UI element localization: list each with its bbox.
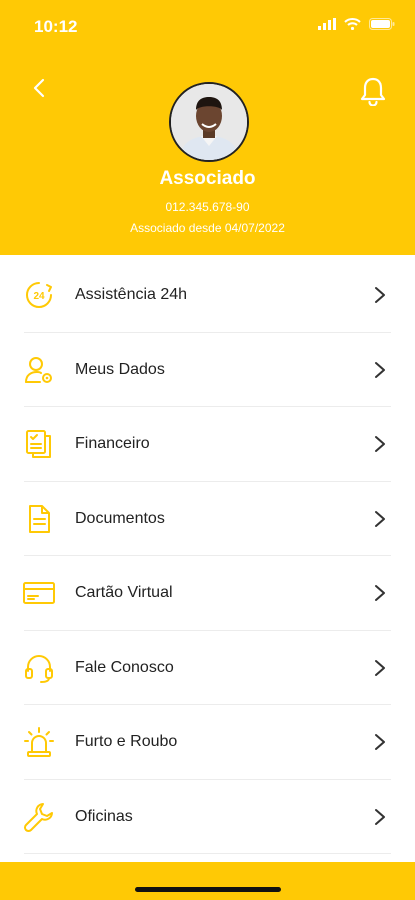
financial-docs-icon: [22, 427, 56, 461]
svg-text:24: 24: [33, 291, 45, 302]
back-arrow-icon[interactable]: [28, 76, 52, 100]
menu-list: 24 Assistência 24h Meus Dados Financeiro…: [0, 258, 415, 854]
wifi-icon: [344, 18, 361, 30]
alarm-siren-icon: [22, 725, 56, 759]
wrench-icon: [22, 800, 56, 834]
chevron-right-icon: [375, 436, 385, 453]
menu-item-label: Oficinas: [75, 807, 133, 825]
document-icon: [22, 502, 56, 536]
member-since: Associado desde 04/07/2022: [130, 221, 285, 235]
status-time: 10:12: [34, 17, 78, 36]
signal-icon: [318, 18, 336, 30]
chevron-right-icon: [375, 659, 385, 676]
battery-icon: [369, 18, 395, 30]
divider: [24, 853, 391, 854]
menu-item-label: Cartão Virtual: [75, 584, 173, 602]
menu-item-meus-dados[interactable]: Meus Dados: [0, 333, 415, 407]
menu-item-oficinas[interactable]: Oficinas: [0, 780, 415, 854]
menu-item-label: Assistência 24h: [75, 286, 188, 304]
chevron-right-icon: [375, 510, 385, 527]
chevron-right-icon: [375, 585, 385, 602]
chevron-right-icon: [375, 361, 385, 378]
bottom-bar: [0, 862, 415, 900]
menu-item-furto-roubo[interactable]: Furto e Roubo: [0, 705, 415, 780]
avatar[interactable]: [169, 82, 249, 162]
menu-item-documentos[interactable]: Documentos: [0, 482, 415, 556]
profile-document-id: 012.345.678-90: [165, 200, 250, 214]
status-icons: [318, 18, 395, 30]
profile-header: 10:12 Associado 012.345.678-90 Associado…: [0, 0, 415, 255]
chevron-right-icon: [375, 808, 385, 825]
credit-card-icon: [22, 576, 56, 610]
menu-item-label: Fale Conosco: [75, 658, 174, 676]
menu-item-financeiro[interactable]: Financeiro: [0, 407, 415, 482]
avatar-photo: [171, 84, 247, 160]
menu-item-label: Meus Dados: [75, 360, 165, 378]
user-settings-icon: [22, 353, 56, 387]
chevron-right-icon: [375, 734, 385, 751]
menu-item-assistencia[interactable]: 24 Assistência 24h: [0, 258, 415, 333]
home-indicator[interactable]: [135, 887, 281, 892]
menu-item-fale-conosco[interactable]: Fale Conosco: [0, 631, 415, 705]
assistance-24h-icon: 24: [22, 278, 56, 312]
menu-item-label: Documentos: [75, 509, 165, 527]
profile-name: Associado: [159, 168, 256, 189]
chevron-right-icon: [375, 287, 385, 304]
headset-icon: [22, 651, 56, 685]
menu-item-label: Financeiro: [75, 435, 150, 453]
menu-item-label: Furto e Roubo: [75, 733, 178, 751]
menu-item-cartao-virtual[interactable]: Cartão Virtual: [0, 556, 415, 631]
notification-bell-icon[interactable]: [359, 76, 387, 106]
